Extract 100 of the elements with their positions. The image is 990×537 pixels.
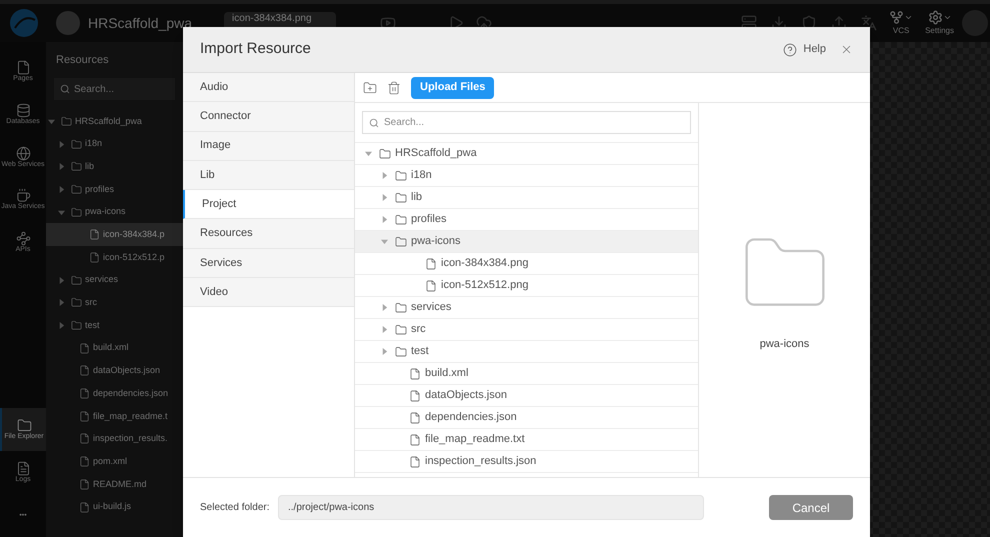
tree-row[interactable]: pom.xml xyxy=(46,450,183,473)
tree-row[interactable]: services xyxy=(46,268,183,292)
branch-icon xyxy=(889,10,904,24)
folder-icon xyxy=(395,170,407,182)
caret-icon[interactable] xyxy=(58,322,65,330)
tree-row[interactable]: dependencies.json xyxy=(46,382,183,405)
tree-label: services xyxy=(85,273,118,286)
file-icon xyxy=(79,433,90,444)
tree-label: pom.xml xyxy=(93,454,128,468)
tree-label: inspection_results.json xyxy=(425,454,536,470)
tree-row[interactable]: build.xml xyxy=(46,336,183,360)
category-tab[interactable]: Audio xyxy=(183,73,354,102)
field-label: Selected folder: xyxy=(200,501,270,515)
folder-icon xyxy=(71,184,82,195)
tree-row[interactable]: pwa-icons xyxy=(355,231,698,253)
panel-title: Resources xyxy=(56,52,109,68)
category-tab[interactable]: Services xyxy=(183,248,354,278)
logo-icon xyxy=(9,8,39,38)
help-button[interactable]: Help xyxy=(783,41,826,58)
tree-label: icon-384x384.png xyxy=(441,256,528,272)
category-tab[interactable]: Connector xyxy=(183,102,354,132)
tree-label: lib xyxy=(85,160,94,173)
tree-row[interactable]: test xyxy=(46,314,183,337)
tree-label: icon-512x512.png xyxy=(441,278,528,294)
tree-row[interactable]: icon-384x384.p xyxy=(46,223,183,246)
tree-label: lib xyxy=(411,190,422,206)
tree-row[interactable]: profiles xyxy=(46,178,183,201)
upload-button[interactable]: Upload Files xyxy=(411,76,494,98)
file-icon xyxy=(425,280,437,292)
tree-label: HRScaffold_pwa xyxy=(75,114,142,128)
tree-label: README.md xyxy=(93,478,147,491)
folder-icon xyxy=(379,148,391,160)
caret-icon[interactable] xyxy=(58,276,65,284)
tree-row[interactable]: HRScaffold_pwa xyxy=(46,110,183,133)
settings-icon xyxy=(928,10,943,24)
caret-icon[interactable] xyxy=(381,216,388,223)
tree-row[interactable]: README.md xyxy=(46,473,183,496)
help-icon xyxy=(783,42,798,56)
file-icon xyxy=(89,252,100,263)
file-icon xyxy=(79,410,90,422)
category-tab[interactable]: Image xyxy=(183,132,354,161)
folder-icon xyxy=(395,302,407,314)
caret-icon[interactable] xyxy=(381,194,388,201)
folder-icon xyxy=(61,116,72,127)
caret-icon[interactable] xyxy=(58,208,65,216)
project-icon xyxy=(56,11,80,35)
page-icon xyxy=(16,60,30,75)
caret-icon[interactable] xyxy=(48,118,55,125)
tree-row[interactable]: file_map_readme.t xyxy=(46,404,183,428)
file-icon xyxy=(79,342,90,354)
folder-icon xyxy=(71,138,82,150)
search-field[interactable]: Search... xyxy=(54,78,175,100)
category-tab[interactable]: Project xyxy=(183,190,354,220)
caret-icon[interactable] xyxy=(58,140,65,148)
caret-icon[interactable] xyxy=(381,348,388,355)
tree-row[interactable]: i18n xyxy=(46,132,183,156)
caret-icon[interactable] xyxy=(381,172,388,179)
tree-row[interactable]: src xyxy=(46,292,183,314)
category-tab[interactable]: Lib xyxy=(183,160,354,190)
caret-icon[interactable] xyxy=(381,304,388,311)
dialog-title: Import Resource xyxy=(200,39,312,60)
search-icon xyxy=(60,84,70,94)
file-icon xyxy=(79,365,90,376)
tree-row[interactable]: pwa-icons xyxy=(46,200,183,224)
new-folder-icon[interactable] xyxy=(363,80,377,94)
file-icon xyxy=(89,229,100,240)
tree-row[interactable]: dataObjects.json xyxy=(46,360,183,382)
folder-icon xyxy=(71,297,82,308)
folder-icon xyxy=(71,206,82,218)
caret-icon[interactable] xyxy=(58,186,65,193)
cup-icon xyxy=(16,188,30,204)
folder-icon xyxy=(395,236,407,248)
caret-icon[interactable] xyxy=(365,150,372,157)
folder-icon xyxy=(395,192,407,204)
nodes-icon xyxy=(16,231,30,246)
selected-folder-field[interactable]: ../project/pwa-icons xyxy=(278,495,704,520)
cancel-button[interactable]: Cancel xyxy=(769,495,853,520)
tree-row[interactable]: ui-build.js xyxy=(46,496,183,518)
delete-icon[interactable] xyxy=(387,80,401,94)
tree-label: dependencies.json xyxy=(425,410,517,426)
tree-label: build.xml xyxy=(425,366,468,382)
search-field[interactable]: Search... xyxy=(362,111,691,134)
tree-row[interactable]: inspection_results. xyxy=(46,428,183,450)
caret-icon[interactable] xyxy=(381,238,388,245)
tree-row[interactable]: icon-512x512.p xyxy=(46,246,183,269)
category-tab[interactable]: Resources xyxy=(183,219,354,249)
toolbar-button[interactable]: Settings xyxy=(925,10,954,36)
tree-label: i18n xyxy=(85,137,102,150)
file-icon xyxy=(409,456,421,468)
caret-icon[interactable] xyxy=(58,163,65,170)
preview-label: pwa-icons xyxy=(760,337,810,352)
caret-icon[interactable] xyxy=(58,299,65,306)
toolbar-button[interactable]: VCS xyxy=(889,10,914,36)
project-name: HRScaffold_pwa xyxy=(88,14,192,33)
close-icon[interactable] xyxy=(840,43,853,56)
translate-icon[interactable] xyxy=(861,15,878,31)
category-tab[interactable]: Video xyxy=(183,278,354,308)
file-icon xyxy=(79,478,90,490)
caret-icon[interactable] xyxy=(381,326,388,333)
tree-row[interactable]: lib xyxy=(46,155,183,178)
